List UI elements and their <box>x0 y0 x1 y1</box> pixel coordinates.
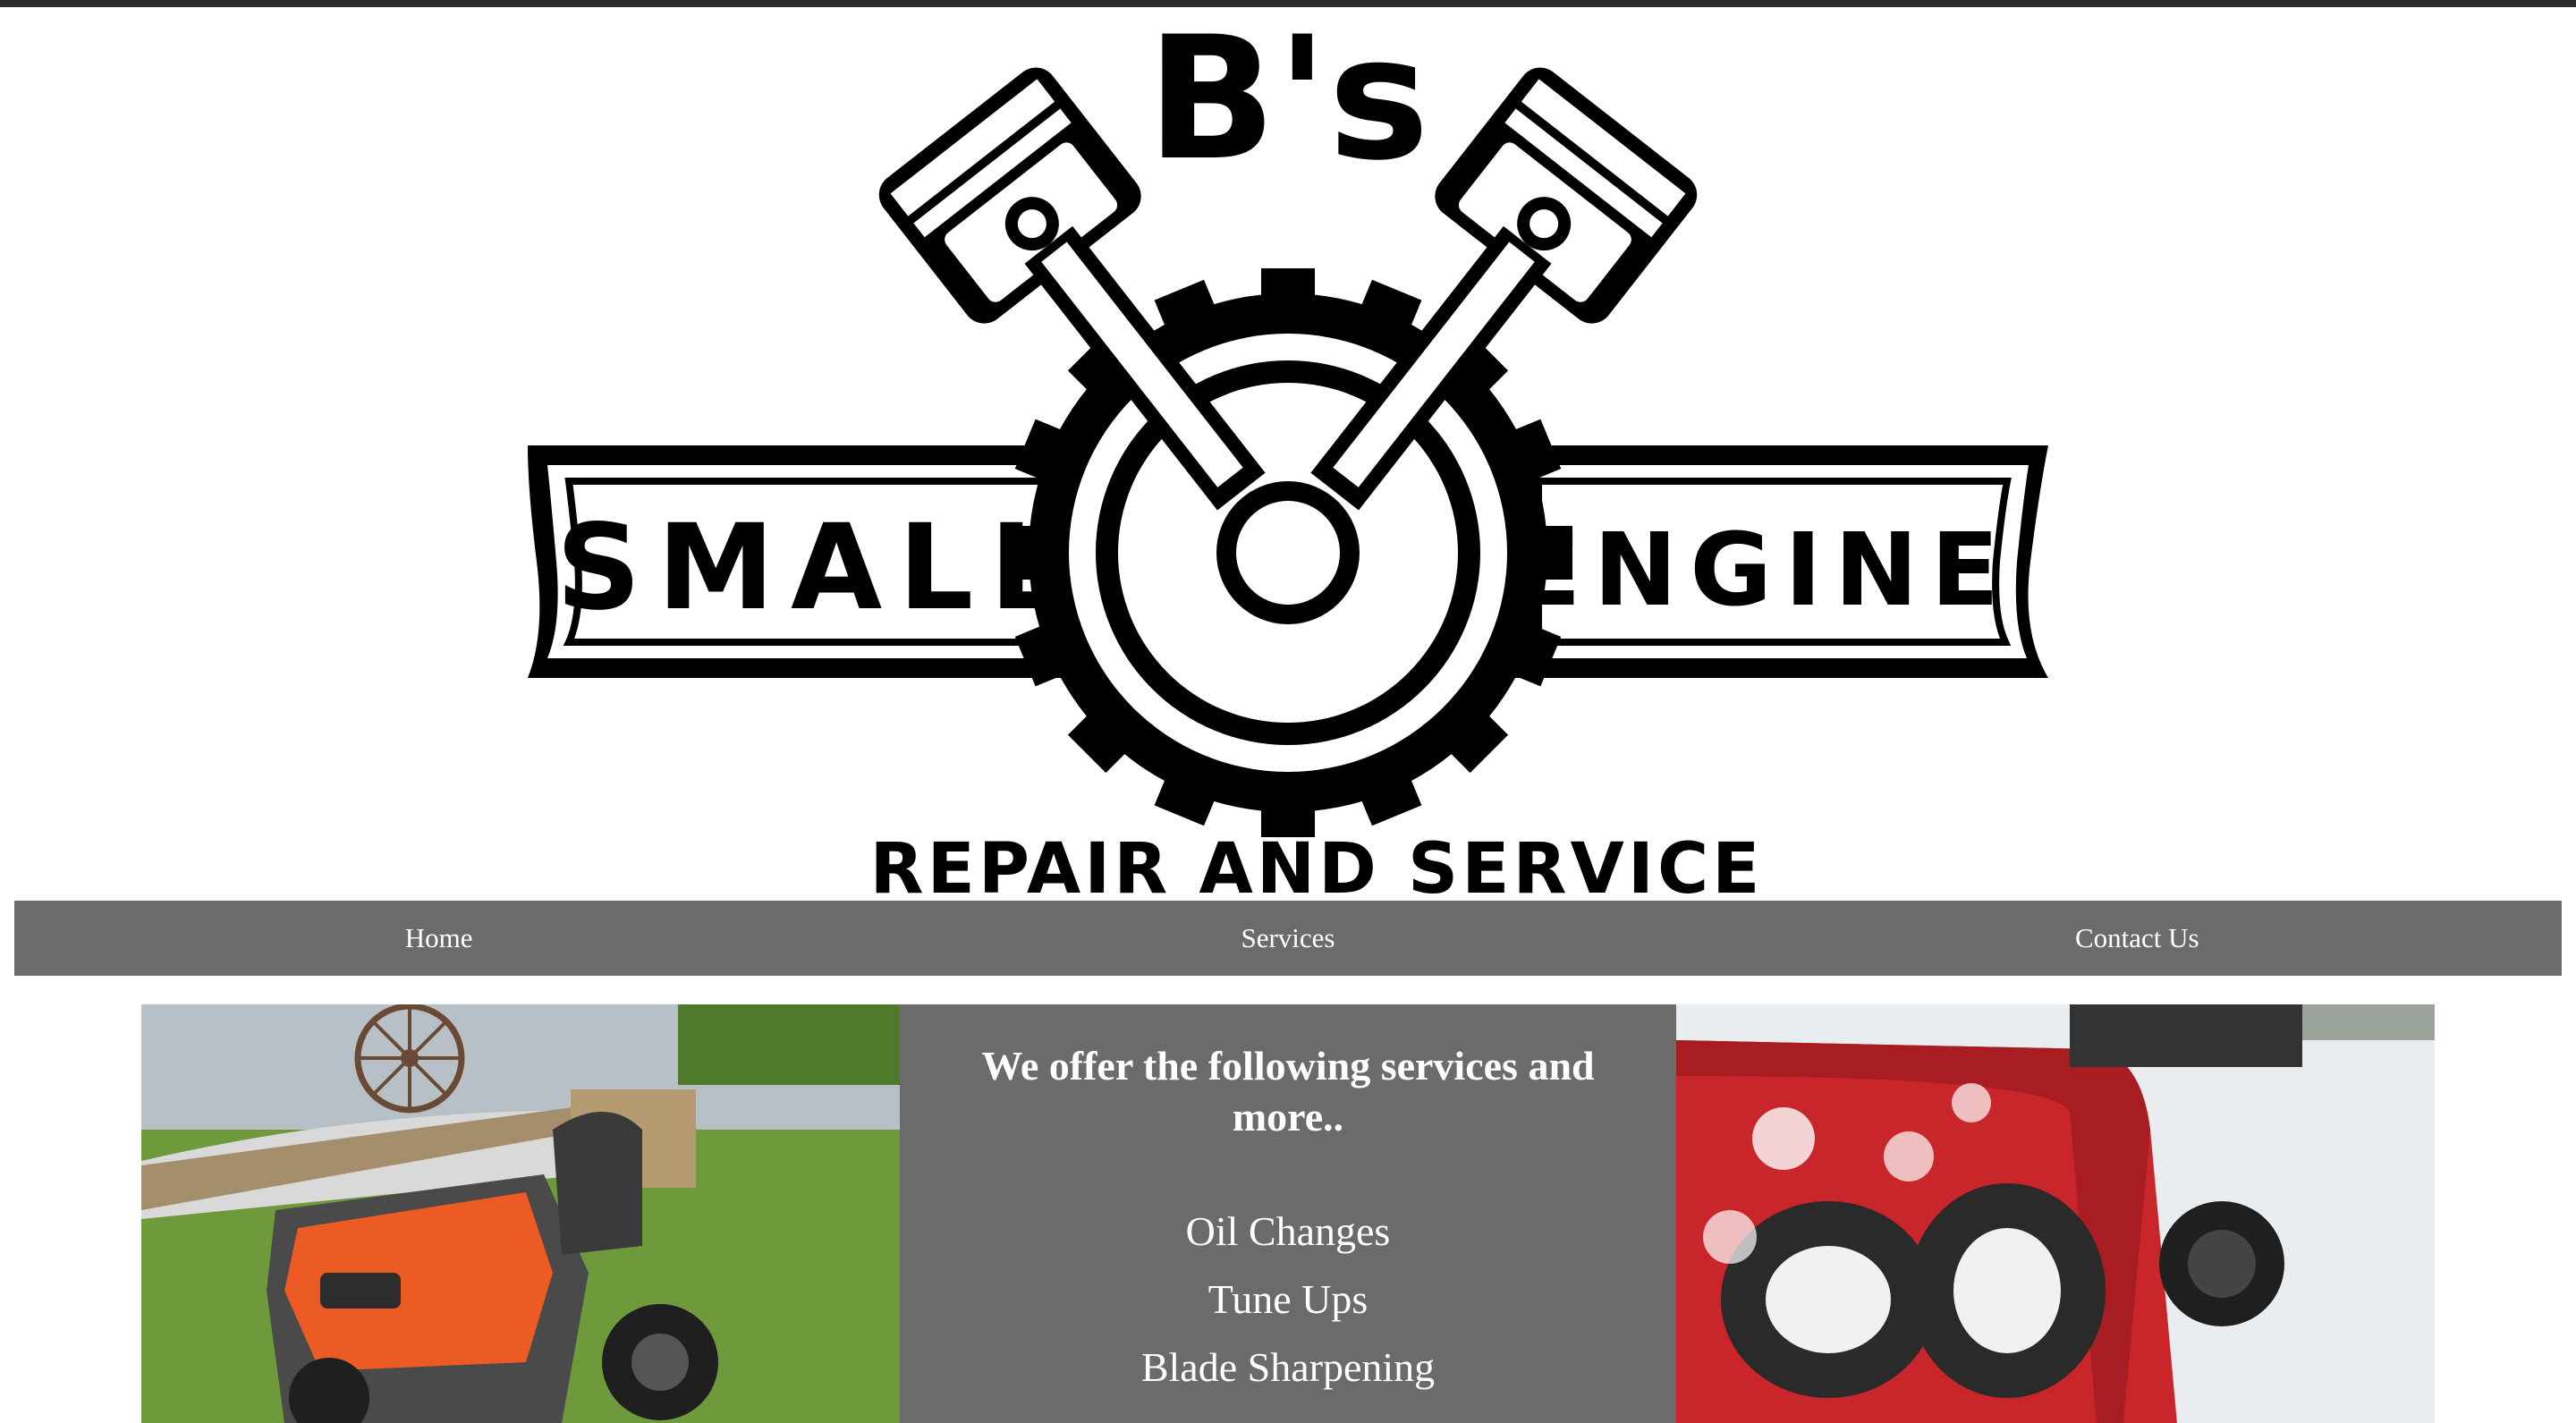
gear-icon <box>1004 268 1572 837</box>
logo-brand-top: B's <box>1147 7 1429 198</box>
logo-tagline: REPAIR AND SERVICE <box>870 829 1764 900</box>
list-item: Tune Ups <box>1208 1276 1368 1322</box>
nav-item-home[interactable]: Home <box>14 901 863 976</box>
services-heading: We offer the following services and more… <box>981 1043 1595 1139</box>
riding-mower-image <box>141 1004 900 1423</box>
nav-item-services[interactable]: Services <box>863 901 1712 976</box>
services-panel: We offer the following services and more… <box>900 1004 1676 1423</box>
site-logo: B's SMALL ENGINE REPAIR AND SERVICE <box>0 7 2576 900</box>
services-list: Oil Changes Tune Ups Blade Sharpening <box>900 1198 1676 1402</box>
main-nav: Home Services Contact Us <box>14 901 2562 976</box>
list-item: Blade Sharpening <box>1140 1344 1436 1390</box>
top-border <box>0 0 2576 7</box>
logo-word-right: ENGINE <box>1513 512 2012 629</box>
list-item: Oil Changes <box>1185 1208 1391 1254</box>
logo-word-left: SMALL <box>556 499 1081 637</box>
nav-item-contact-us[interactable]: Contact Us <box>1713 901 2562 976</box>
snow-blower-image <box>1676 1004 2435 1423</box>
content-row: We offer the following services and more… <box>141 1004 2435 1423</box>
